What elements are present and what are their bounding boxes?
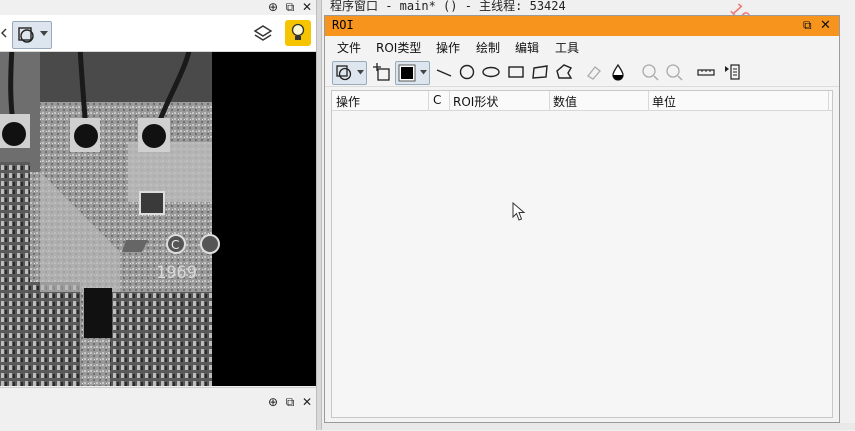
float-icon[interactable]: ⧉: [283, 0, 297, 14]
roi-table[interactable]: 操作 C ROI形状 数值 单位: [331, 90, 833, 418]
left-bottom-panel-header: ⊕ ⧉ ✕: [0, 387, 316, 431]
float-icon[interactable]: ⧉: [283, 395, 297, 409]
menu-file[interactable]: 文件: [337, 39, 361, 56]
roi-titlebar[interactable]: ROI ⧉ ✕: [325, 16, 839, 36]
chip-marking-text: 1969: [156, 263, 197, 283]
circle-icon[interactable]: [457, 62, 477, 82]
roi-window-title: ROI: [332, 18, 354, 32]
roi-toolbar: [325, 58, 839, 87]
fill-icon[interactable]: [608, 62, 628, 82]
ellipse-icon[interactable]: [481, 62, 501, 82]
roi-select-button[interactable]: [332, 61, 367, 85]
arrow-left-icon[interactable]: [0, 27, 8, 39]
pin-icon[interactable]: ⊕: [266, 0, 280, 14]
program-window-title: 程序窗口 - main* () - 主线程: 53424: [330, 0, 566, 13]
close-icon[interactable]: ✕: [300, 395, 314, 409]
left-pane-top-strip: ⊕ ⧉ ✕: [0, 0, 316, 14]
layers-icon[interactable]: [252, 23, 274, 45]
rotated-rectangle-icon[interactable]: [530, 62, 550, 82]
menu-roi-type[interactable]: ROI类型: [376, 39, 421, 56]
column-header-unit[interactable]: 单位: [652, 93, 676, 110]
roi-select-icon: [336, 65, 352, 81]
dropdown-arrow-icon: [420, 70, 427, 75]
pin-icon[interactable]: ⊕: [266, 395, 280, 409]
float-icon[interactable]: ⧉: [803, 18, 812, 33]
menu-draw[interactable]: 绘制: [476, 39, 500, 56]
ruler-icon[interactable]: [696, 62, 716, 82]
lightbulb-button[interactable]: [285, 20, 311, 46]
pane-splitter[interactable]: [316, 0, 322, 430]
column-header-roi-shape[interactable]: ROI形状: [453, 93, 498, 110]
roi-shape-button[interactable]: [12, 21, 52, 49]
polygon-icon[interactable]: [554, 62, 574, 82]
close-icon[interactable]: ✕: [820, 18, 831, 33]
color-picker-button[interactable]: [395, 61, 430, 85]
chip-image: C 1969: [0, 52, 316, 386]
menu-edit[interactable]: 编辑: [515, 39, 539, 56]
left-pane: ⊕ ⧉ ✕ C 1969 ⊕ ⧉ ✕: [0, 0, 316, 431]
column-header-c[interactable]: C: [433, 93, 441, 107]
color-picker-icon: [398, 64, 416, 82]
roi-window: ROI ⧉ ✕ 文件 ROI类型 操作 绘制 编辑 工具 操作 C ROI形状 …: [324, 15, 840, 423]
roi-menubar: 文件 ROI类型 操作 绘制 编辑 工具: [325, 36, 839, 58]
right-edge-strip: [841, 0, 855, 430]
properties-icon[interactable]: [722, 62, 742, 82]
mouse-cursor-icon: [512, 202, 526, 221]
roi-add-icon[interactable]: [371, 62, 391, 82]
background-bottom-strip: [322, 423, 855, 430]
line-icon[interactable]: [434, 62, 454, 82]
close-icon[interactable]: ✕: [300, 0, 314, 14]
dropdown-arrow-icon: [357, 70, 364, 75]
rectangle-icon[interactable]: [506, 62, 526, 82]
menu-operate[interactable]: 操作: [436, 39, 460, 56]
roi-shape-icon: [18, 27, 34, 43]
left-toolbar: [0, 15, 316, 52]
column-header-value[interactable]: 数值: [553, 93, 577, 110]
menu-tools[interactable]: 工具: [555, 39, 579, 56]
chip-logo-letter: C: [171, 238, 179, 252]
zoom-in-icon[interactable]: [640, 62, 660, 82]
zoom-out-icon[interactable]: [664, 62, 684, 82]
column-header-operate[interactable]: 操作: [336, 93, 360, 110]
lightbulb-icon: [291, 23, 305, 40]
dropdown-arrow-icon: [40, 31, 48, 36]
image-viewer[interactable]: C 1969: [0, 52, 316, 386]
table-header: 操作 C ROI形状 数值 单位: [332, 91, 832, 111]
erase-icon[interactable]: [584, 62, 604, 82]
